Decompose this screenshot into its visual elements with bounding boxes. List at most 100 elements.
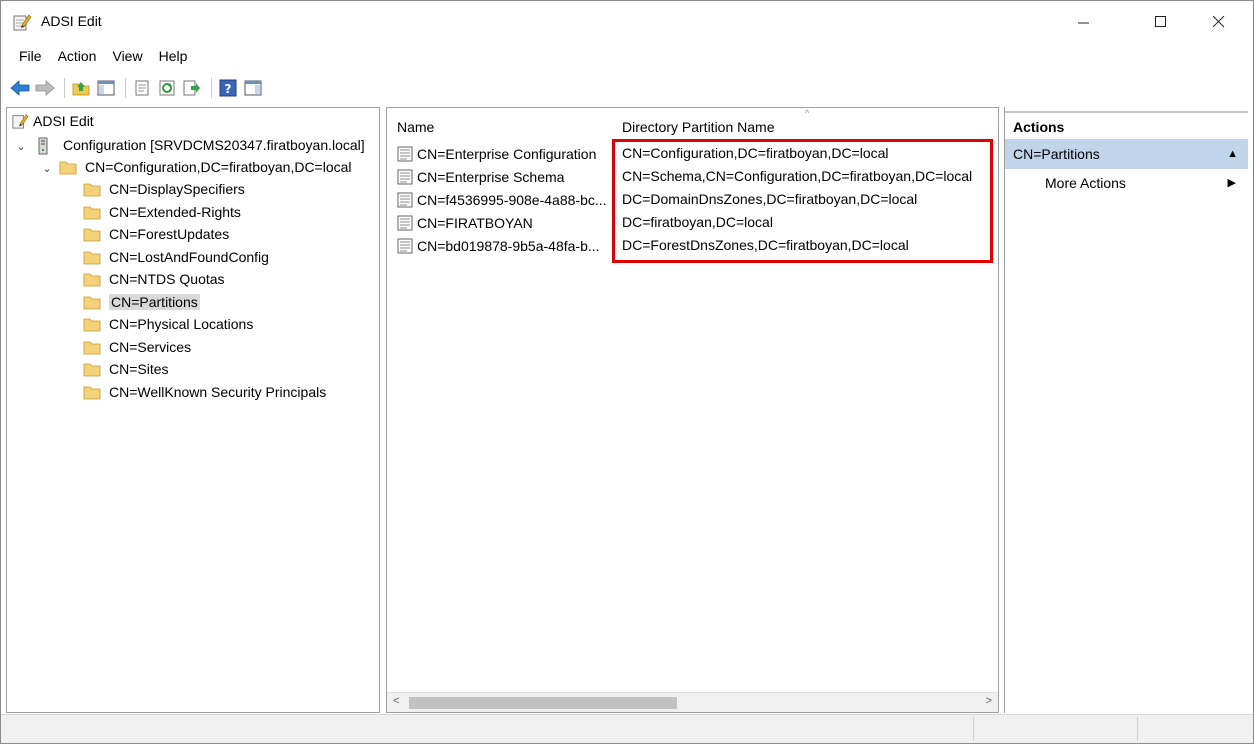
tree-item-child[interactable]: CN=Services — [83, 336, 191, 358]
actions-header: Actions — [1005, 111, 1248, 139]
toolbar: ? — [1, 71, 1253, 105]
forward-arrow-icon[interactable] — [34, 77, 56, 99]
list-item-name: CN=Enterprise Configuration — [417, 145, 597, 162]
close-button[interactable] — [1196, 1, 1242, 43]
tree-item-child[interactable]: CN=WellKnown Security Principals — [83, 381, 326, 403]
column-header-partition[interactable]: Directory Partition Name — [622, 116, 775, 138]
toolbar-separator — [211, 78, 212, 98]
actions-pane: Actions CN=Partitions ▲ More Actions ▶ — [1004, 107, 1248, 713]
tree-label: Configuration [SRVDCMS20347.firatboyan.l… — [63, 137, 365, 153]
maximize-button[interactable] — [1138, 1, 1184, 43]
svg-text:?: ? — [225, 82, 232, 96]
tree-label: CN=Services — [109, 338, 192, 355]
adsi-edit-app-icon — [13, 13, 32, 31]
column-header-name[interactable]: Name — [397, 116, 434, 138]
folder-icon — [83, 316, 101, 332]
console-tree-pane[interactable]: ADSI Edit ⌄ Configuration [SRVDCMS20347.… — [6, 107, 380, 713]
menu-view[interactable]: View — [104, 43, 150, 69]
list-item-name: CN=Enterprise Schema — [417, 168, 565, 185]
list-item-name: CN=f4536995-908e-4a88-bc... — [417, 191, 607, 208]
tree-label: CN=Extended-Rights — [109, 203, 241, 220]
scroll-thumb[interactable] — [409, 697, 677, 709]
minimize-button[interactable] — [1061, 1, 1107, 43]
scroll-right-icon[interactable]: > — [986, 695, 992, 707]
tree-item-child[interactable]: CN=Partitions — [83, 291, 200, 313]
folder-icon — [83, 361, 101, 377]
menu-action[interactable]: Action — [50, 43, 105, 69]
toolbar-separator — [64, 78, 65, 98]
toolbar-separator — [125, 78, 126, 98]
object-icon — [397, 238, 413, 254]
list-item[interactable]: CN=FIRATBOYAN — [397, 211, 533, 234]
tree-label: CN=WellKnown Security Principals — [109, 383, 327, 400]
tree-item-root[interactable]: ADSI Edit — [11, 110, 94, 132]
list-item[interactable]: CN=Enterprise Schema — [397, 165, 564, 188]
tree-item-child[interactable]: CN=ForestUpdates — [83, 223, 229, 245]
server-icon — [37, 137, 55, 155]
status-divider — [973, 717, 974, 741]
show-hide-action-pane-icon[interactable] — [242, 77, 264, 99]
folder-icon — [83, 249, 101, 265]
folder-icon — [83, 339, 101, 355]
help-icon[interactable]: ? — [217, 77, 239, 99]
collapse-triangle-icon[interactable]: ▲ — [1227, 139, 1238, 169]
folder-icon — [83, 204, 101, 220]
results-pane[interactable]: Name ^ Directory Partition Name CN=Enter… — [386, 107, 999, 713]
tree-label: CN=ForestUpdates — [109, 226, 230, 242]
chevron-down-icon[interactable]: ⌄ — [15, 140, 27, 153]
export-list-icon[interactable] — [181, 77, 203, 99]
more-actions-label: More Actions — [1045, 175, 1126, 191]
tree-label: CN=NTDS Quotas — [109, 271, 225, 287]
scroll-left-icon[interactable]: < — [393, 695, 399, 707]
submenu-arrow-icon: ▶ — [1227, 177, 1236, 189]
window-title: ADSI Edit — [41, 13, 102, 29]
menu-help[interactable]: Help — [151, 43, 196, 69]
tree-item-configuration-container[interactable]: CN=Configuration,DC=firatboyan,DC=local — [59, 156, 352, 178]
tree-item-child[interactable]: CN=DisplaySpecifiers — [83, 178, 245, 200]
tree-item-child[interactable]: CN=LostAndFoundConfig — [83, 246, 269, 268]
up-folder-icon[interactable] — [70, 77, 92, 99]
red-highlight-annotation — [612, 139, 993, 263]
status-divider — [1137, 717, 1138, 741]
horizontal-scrollbar[interactable]: < > — [387, 692, 998, 712]
folder-icon — [83, 271, 101, 287]
properties-icon[interactable] — [131, 77, 153, 99]
folder-icon — [83, 181, 101, 197]
menu-bar: File Action View Help — [1, 43, 1253, 69]
object-icon — [397, 192, 413, 208]
back-arrow-icon[interactable] — [9, 77, 31, 99]
tree-label: CN=DisplaySpecifiers — [109, 181, 245, 197]
chevron-down-icon[interactable]: ⌄ — [41, 162, 53, 175]
list-item-name: CN=bd019878-9b5a-48fa-b... — [417, 237, 600, 254]
list-item-name: CN=FIRATBOYAN — [417, 214, 533, 231]
actions-section-label: CN=Partitions — [1013, 146, 1100, 162]
tree-item-child[interactable]: CN=Extended-Rights — [83, 201, 241, 223]
tree-label: CN=Partitions — [109, 293, 200, 310]
list-item[interactable]: CN=f4536995-908e-4a88-bc... — [397, 188, 607, 211]
tree-label: CN=LostAndFoundConfig — [109, 248, 269, 265]
tree-item-connection[interactable]: Configuration [SRVDCMS20347.firatboyan.l… — [37, 134, 365, 156]
object-icon — [397, 146, 413, 162]
menu-file[interactable]: File — [11, 43, 50, 69]
actions-section-partitions[interactable]: CN=Partitions ▲ — [1005, 139, 1248, 169]
tree-label: CN=Sites — [109, 361, 169, 377]
sort-indicator-icon: ^ — [805, 108, 810, 118]
adsi-edit-icon — [11, 113, 29, 129]
tree-label: CN=Configuration,DC=firatboyan,DC=local — [85, 159, 352, 175]
tree-item-child[interactable]: CN=Sites — [83, 358, 169, 380]
tree-item-child[interactable]: CN=Physical Locations — [83, 313, 253, 335]
object-icon — [397, 169, 413, 185]
show-hide-tree-icon[interactable] — [95, 77, 117, 99]
folder-icon — [59, 159, 77, 175]
more-actions-item[interactable]: More Actions ▶ — [1005, 170, 1248, 196]
adsi-edit-window: ADSI Edit File Action View Help ? ADSI E… — [0, 0, 1254, 744]
status-bar — [1, 714, 1253, 743]
tree-item-child[interactable]: CN=NTDS Quotas — [83, 268, 225, 290]
title-bar[interactable]: ADSI Edit — [1, 1, 1253, 43]
folder-icon — [83, 384, 101, 400]
list-item[interactable]: CN=Enterprise Configuration — [397, 142, 596, 165]
folder-icon — [83, 294, 101, 310]
tree-label: ADSI Edit — [33, 113, 94, 129]
list-item[interactable]: CN=bd019878-9b5a-48fa-b... — [397, 234, 600, 257]
refresh-icon[interactable] — [156, 77, 178, 99]
